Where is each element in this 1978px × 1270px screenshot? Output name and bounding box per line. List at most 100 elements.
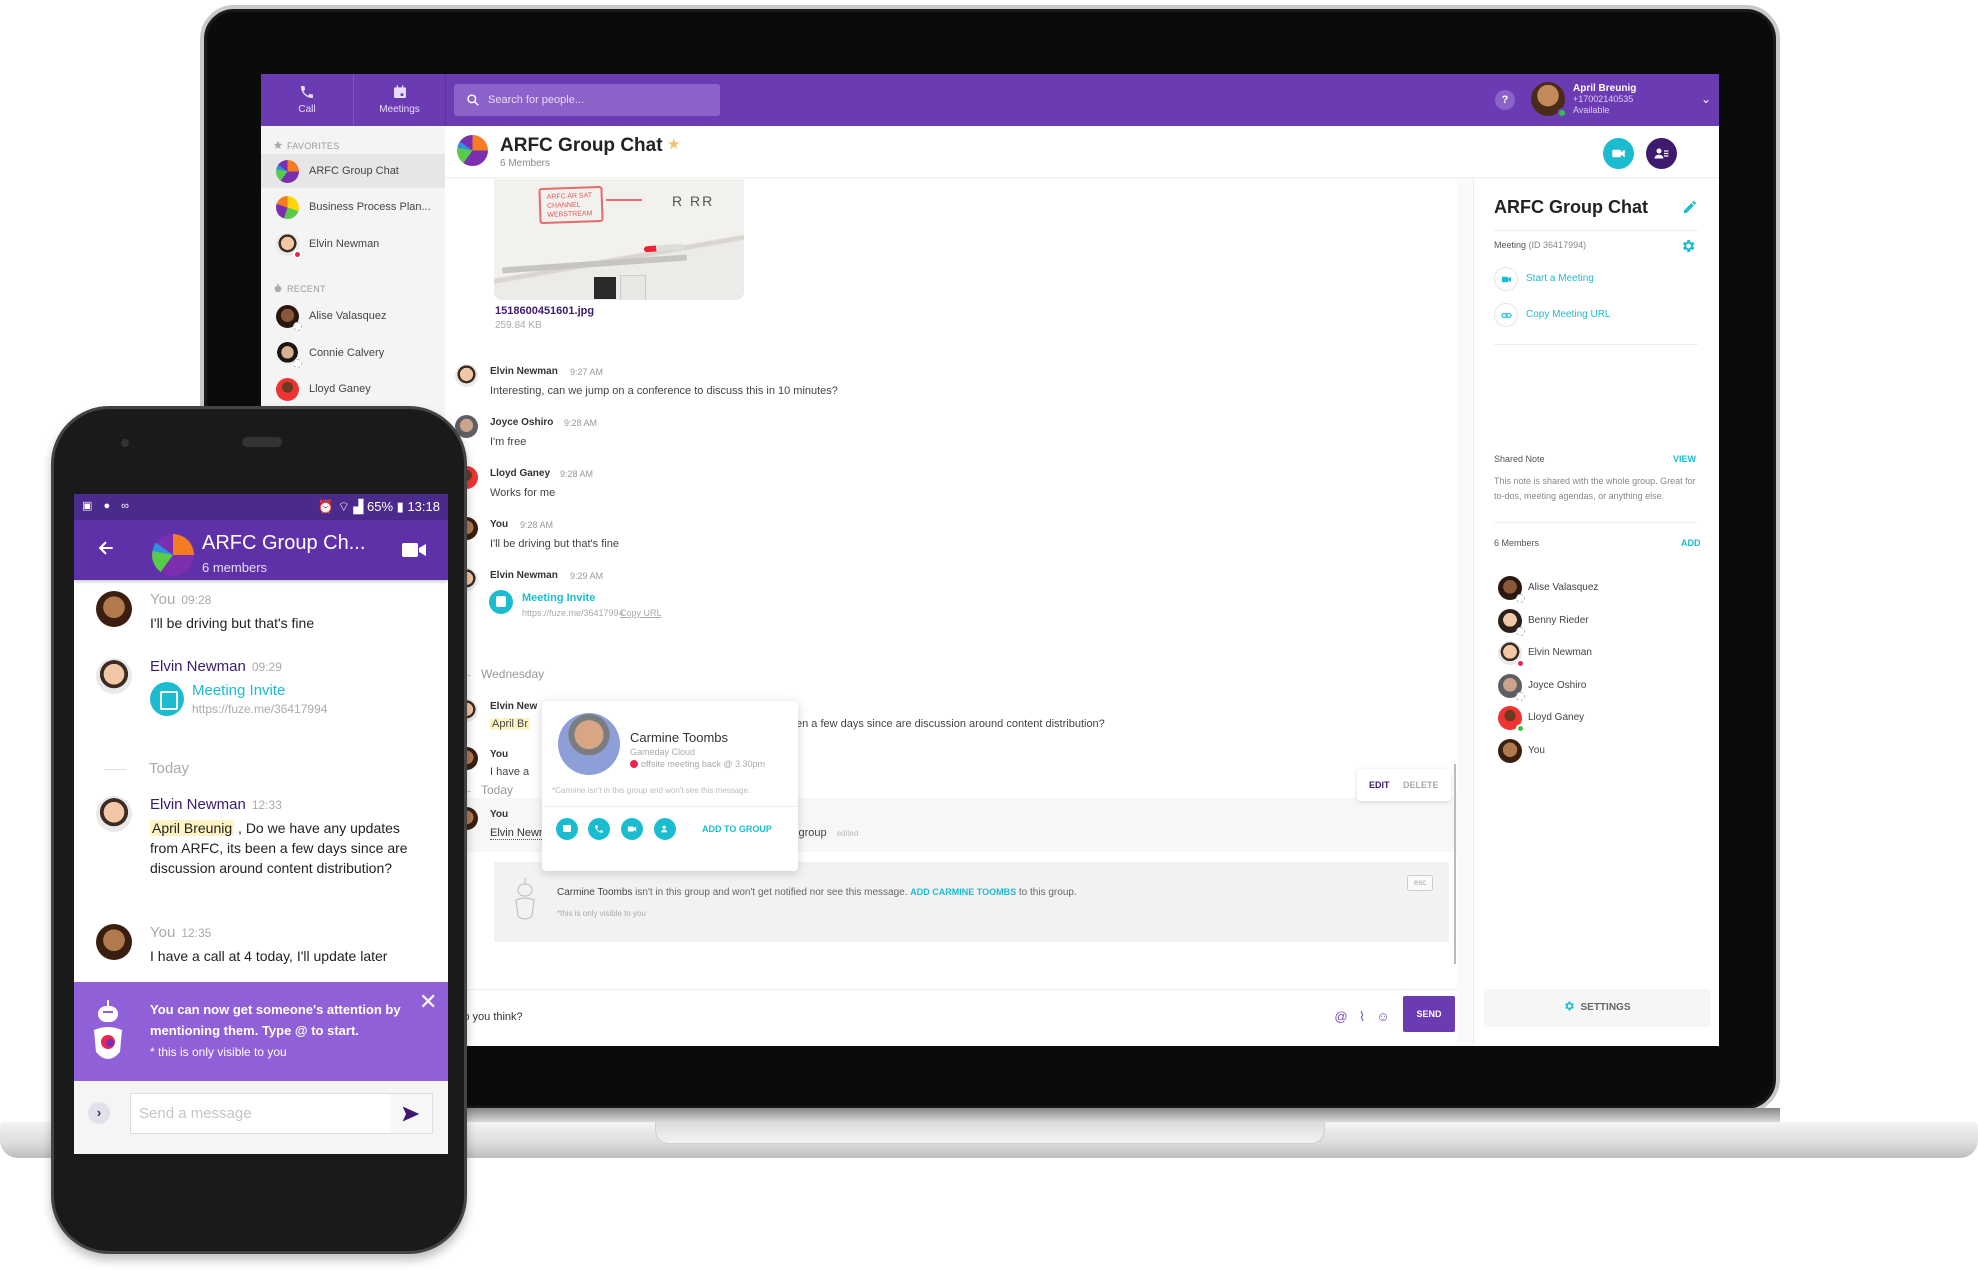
members-panel-button[interactable] xyxy=(1646,138,1677,169)
not-in-group-warning: Carmine Toombs isn't in this group and w… xyxy=(494,862,1449,942)
video-button[interactable] xyxy=(621,818,643,840)
dnd-icon xyxy=(630,760,638,768)
link-icon xyxy=(1501,313,1512,318)
message-author: Elvin Newman 09:29 xyxy=(150,658,282,675)
status-bar: ▣ ● ∞ ⏰ ⌔ ▟ 65% ▮ 13:18 xyxy=(74,494,448,520)
add-to-group-button[interactable]: ADD TO GROUP xyxy=(702,824,772,834)
favorites-section-label: FAVORITES xyxy=(273,140,340,151)
group-avatar xyxy=(152,534,194,576)
sidebar-item-connie-calvery[interactable]: Connie Calvery xyxy=(261,336,445,370)
avatar xyxy=(455,364,478,387)
meeting-invite-icon[interactable] xyxy=(150,682,184,716)
avatar xyxy=(1498,641,1525,668)
call-button[interactable] xyxy=(588,818,610,840)
gear-icon[interactable] xyxy=(1680,238,1696,254)
expand-button[interactable]: › xyxy=(88,1102,110,1124)
top-bar: Call Meetings ? April Breunig +170021405… xyxy=(261,74,1719,126)
message-input[interactable] xyxy=(445,1004,1245,1030)
message-author: You 12:35 xyxy=(150,924,212,941)
message-author: Elvin New xyxy=(490,701,538,712)
add-member-link[interactable]: ADD xyxy=(1681,538,1701,548)
file-size: 259.84 KB xyxy=(495,320,542,331)
user-status: Available xyxy=(1573,105,1610,115)
sidebar-item-alise-valasquez[interactable]: Alise Valasquez xyxy=(261,299,445,333)
delete-button[interactable]: DELETE xyxy=(1403,780,1439,790)
phone-camera xyxy=(121,439,129,447)
avatar xyxy=(1498,576,1525,603)
mention-highlight[interactable]: April Br xyxy=(490,718,531,730)
avatar xyxy=(1498,609,1525,636)
mention-highlight[interactable]: April Breunig xyxy=(150,820,235,836)
send-icon xyxy=(402,1106,420,1122)
image-attachment[interactable]: ARFC AR SAT CHANNEL WEBSTREAM R RR xyxy=(494,179,744,300)
message-time: 9:29 AM xyxy=(570,571,604,581)
meeting-invite-icon[interactable] xyxy=(489,590,513,614)
message-text: I'll be driving but that's fine xyxy=(490,538,619,550)
sidebar-item-label: Connie Calvery xyxy=(309,347,385,359)
message-author: Elvin Newman xyxy=(490,570,558,581)
favorite-star-icon[interactable]: ★ xyxy=(667,135,680,153)
esc-dismiss-button[interactable]: esc xyxy=(1407,875,1433,891)
sidebar-item-arfc-group-chat[interactable]: ARFC Group Chat xyxy=(261,154,445,188)
pencil-icon[interactable] xyxy=(1682,199,1698,215)
sidebar-item-elvin-newman[interactable]: Elvin Newman xyxy=(261,227,445,261)
contact-icon xyxy=(661,825,668,833)
offline-status-dot xyxy=(1516,627,1525,636)
close-icon[interactable]: ✕ xyxy=(419,991,437,1013)
nav-call-button[interactable]: Call xyxy=(261,74,353,126)
avatar xyxy=(276,305,302,331)
sidebar-item-business-process[interactable]: Business Process Plan... xyxy=(261,190,445,224)
emoji-icon[interactable]: ☺ xyxy=(1376,1010,1390,1024)
message-time: 9:27 AM xyxy=(570,367,604,377)
search-input[interactable] xyxy=(488,84,708,116)
attachment-icon[interactable]: ⌇ xyxy=(1355,1010,1369,1024)
avatar xyxy=(96,658,132,694)
sidebar-item-lloyd-ganey[interactable]: Lloyd Ganey xyxy=(261,372,445,406)
meeting-invite-url: https://fuze.me/36417994 xyxy=(192,702,328,716)
copy-url-link[interactable]: Copy URL xyxy=(620,608,662,618)
clock: 13:18 xyxy=(407,499,440,514)
search-box[interactable] xyxy=(454,84,720,116)
file-name-link[interactable]: 1518600451601.jpg xyxy=(495,305,594,317)
message-author: You xyxy=(490,749,509,760)
nav-meetings-button[interactable]: Meetings xyxy=(353,74,445,126)
video-icon[interactable] xyxy=(402,542,426,558)
avatar xyxy=(96,796,132,832)
warning-text: Carmine Toombs isn't in this group and w… xyxy=(557,887,1077,898)
video-icon xyxy=(627,826,637,832)
video-call-button[interactable] xyxy=(1603,138,1634,169)
avatar xyxy=(276,378,299,401)
settings-button[interactable]: SETTINGS xyxy=(1484,989,1710,1027)
meeting-invite-link[interactable]: Meeting Invite xyxy=(522,592,595,604)
contact-button[interactable] xyxy=(654,818,676,840)
edit-button[interactable]: EDIT xyxy=(1369,780,1390,790)
mobile-composer: › xyxy=(74,1081,448,1154)
scrollbar[interactable] xyxy=(1454,764,1456,964)
day-label: Today xyxy=(481,783,514,797)
mobile-message-input[interactable] xyxy=(139,1094,379,1133)
message-time: 9:28 AM xyxy=(564,418,598,428)
back-arrow-icon[interactable] xyxy=(96,538,116,558)
chat-header: ARFC Group Chat ★ 6 Members xyxy=(445,126,1719,178)
member-count: 6 Members xyxy=(500,158,551,169)
user-avatar[interactable] xyxy=(1531,82,1567,118)
message-time: 9:28 AM xyxy=(560,469,594,479)
view-note-link[interactable]: VIEW xyxy=(1673,454,1696,464)
help-button[interactable]: ? xyxy=(1495,90,1515,110)
add-carmine-link[interactable]: ADD CARMINE TOOMBS xyxy=(910,887,1016,897)
mention-at-icon[interactable]: @ xyxy=(1334,1010,1348,1024)
profile-card-popover: Carmine Toombs Gameday Cloud offsite mee… xyxy=(542,701,798,871)
online-status-dot xyxy=(1516,724,1525,733)
bot-icon xyxy=(94,1000,122,1059)
message-button[interactable] xyxy=(556,818,578,840)
mobile-send-button[interactable] xyxy=(390,1094,432,1133)
message-time: 9:28 AM xyxy=(520,520,554,530)
meeting-invite-link[interactable]: Meeting Invite xyxy=(192,682,285,699)
contact-list-icon xyxy=(1654,148,1669,159)
send-button[interactable]: SEND xyxy=(1403,996,1455,1032)
message-text: Interesting, can we jump on a conference… xyxy=(490,385,838,397)
search-icon xyxy=(467,94,479,106)
user-info[interactable]: April Breunig +17002140535 Available xyxy=(1573,83,1636,116)
chevron-down-icon[interactable]: ⌄ xyxy=(1701,92,1711,106)
meeting-invite-url: https://fuze.me/36417994 xyxy=(522,608,624,618)
